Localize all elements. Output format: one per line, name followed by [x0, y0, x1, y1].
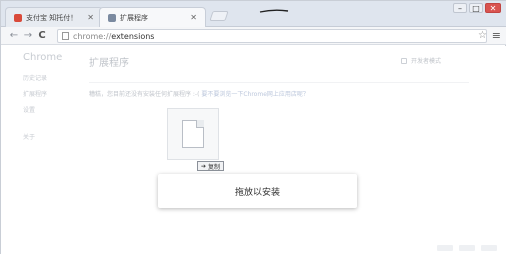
tab-title: 支付宝 知托付！: [26, 13, 78, 22]
alipay-icon: [14, 13, 22, 22]
sidebar-brand: Chrome: [23, 52, 63, 63]
puzzle-icon: [108, 13, 116, 22]
web-store-link[interactable]: 要不要浏览一下Chrome网上应用店呢？: [201, 91, 309, 98]
page-title: 扩展程序: [89, 58, 129, 69]
developer-mode-toggle[interactable]: 开发者模式: [400, 56, 441, 65]
sidebar-item-settings[interactable]: 设置: [23, 105, 83, 114]
document-icon: [182, 120, 204, 148]
sidebar-item-about[interactable]: 关于: [23, 132, 83, 141]
tab-strip: 支付宝 知托付！ ✕ 扩展程序 ✕ – □ ✕: [1, 1, 506, 27]
close-tab-icon[interactable]: ✕: [87, 13, 94, 22]
bottom-controls: [437, 245, 497, 251]
developer-mode-label: 开发者模式: [410, 58, 441, 65]
tab-extensions[interactable]: 扩展程序 ✕: [99, 7, 206, 27]
maximize-button[interactable]: □: [469, 3, 483, 13]
minimize-button[interactable]: –: [453, 3, 467, 13]
back-button[interactable]: ←: [7, 29, 21, 43]
reload-button[interactable]: C: [35, 29, 49, 43]
bookmark-star-icon[interactable]: ☆: [478, 30, 487, 41]
drop-to-install-zone[interactable]: 拖放以安装: [158, 174, 357, 208]
scribble-mark: [259, 9, 289, 13]
close-tab-icon[interactable]: ✕: [190, 13, 197, 22]
sidebar-item-history[interactable]: 历史记录: [23, 73, 83, 82]
dragged-file[interactable]: [167, 108, 219, 160]
bottom-control: [459, 245, 475, 251]
sidebar: Chrome 历史记录 扩展程序 设置 关于: [23, 52, 83, 148]
browser-window: 支付宝 知托付！ ✕ 扩展程序 ✕ – □ ✕ ← → C chrome://e…: [0, 0, 506, 254]
sidebar-item-extensions[interactable]: 扩展程序: [23, 89, 83, 98]
divider: [89, 82, 469, 83]
address-bar[interactable]: chrome://extensions: [57, 29, 487, 43]
checkbox-icon[interactable]: [400, 57, 407, 64]
url-path: extensions: [111, 31, 155, 41]
dropzone-label: 拖放以安装: [234, 187, 280, 198]
hint-text: 糟糕，您目前还没有安装任何扩展程序 :-(: [89, 91, 200, 98]
bottom-control: [481, 245, 497, 251]
toolbar: ← → C chrome://extensions ☆ ≡: [1, 27, 506, 45]
tab-alipay[interactable]: 支付宝 知托付！ ✕: [5, 7, 103, 27]
bottom-control: [437, 245, 453, 251]
copy-label: 复制: [208, 163, 221, 171]
empty-hint: 糟糕，您目前还没有安装任何扩展程序 :-( 要不要浏览一下Chrome网上应用店…: [89, 89, 309, 98]
extensions-page: Chrome 历史记录 扩展程序 设置 关于 扩展程序 开发者模式 糟糕，您目前…: [1, 46, 506, 254]
new-tab-button[interactable]: [209, 11, 229, 21]
forward-button[interactable]: →: [21, 29, 35, 43]
page-icon: [62, 32, 69, 40]
arrow-icon: ➔: [201, 162, 207, 170]
copy-badge: ➔ 复制: [197, 161, 225, 171]
url-scheme: chrome://: [73, 31, 112, 41]
menu-icon[interactable]: ≡: [492, 29, 501, 42]
window-controls: – □ ✕: [453, 3, 501, 13]
close-button[interactable]: ✕: [485, 3, 501, 13]
url-text: chrome://extensions: [73, 32, 154, 41]
tab-title: 扩展程序: [120, 13, 148, 22]
